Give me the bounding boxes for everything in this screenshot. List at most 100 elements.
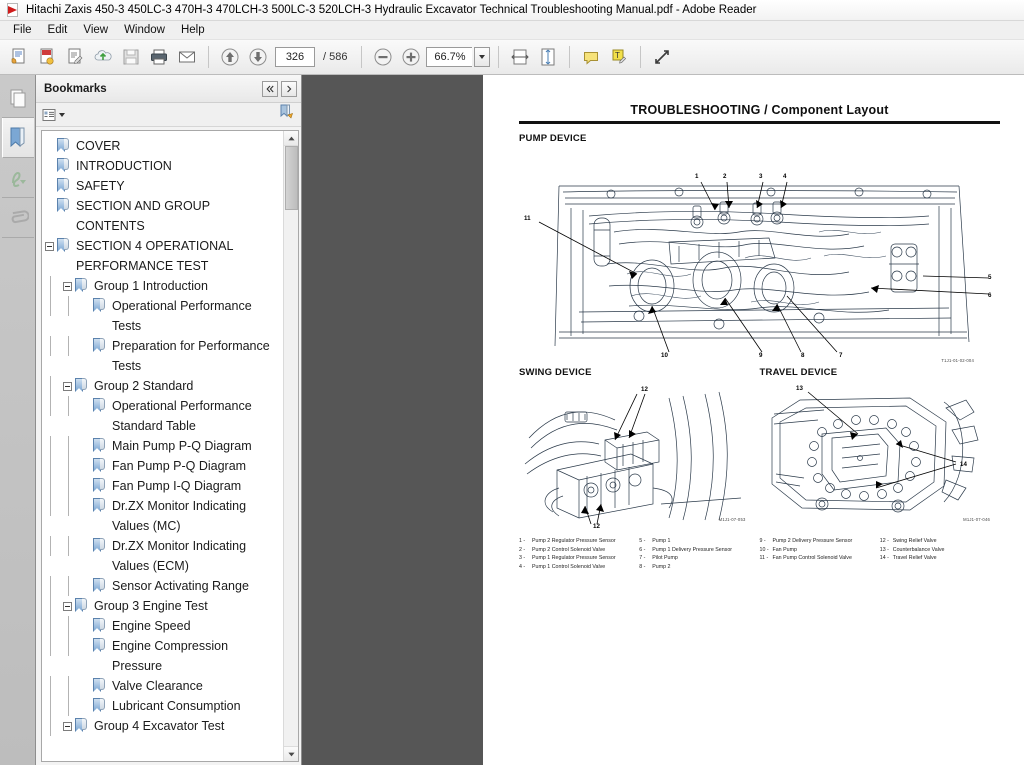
bookmark-collapse-toggle[interactable] [60,716,74,736]
bookmark-item[interactable]: Preparation for Performance Tests [42,336,283,376]
print-icon [151,49,167,65]
bookmark-collapse-toggle[interactable] [60,596,74,616]
bookmark-item[interactable]: COVER [42,136,283,156]
bookmark-icon [93,478,106,493]
scroll-up-button[interactable] [283,131,298,146]
callout-2: 2 [723,173,727,180]
menu-view[interactable]: View [75,22,116,38]
bookmark-item[interactable]: Operational Performance Standard Table [42,396,283,436]
create-pdf-button[interactable] [34,44,60,70]
open-file-button[interactable] [6,44,32,70]
scroll-track[interactable] [284,146,299,746]
bookmark-item[interactable]: Group 4 Excavator Test [42,716,283,736]
bookmark-label: Dr.ZX Monitor Indicating Values (ECM) [112,539,247,573]
bookmark-icon [57,178,70,193]
bookmark-item[interactable]: SECTION 4 OPERATIONAL PERFORMANCE TEST [42,236,283,276]
bookmark-item[interactable]: Dr.ZX Monitor Indicating Values (ECM) [42,536,283,576]
legend-number: 8 - [639,564,646,571]
bookmark-item[interactable]: Group 2 Standard [42,376,283,396]
edit-pdf-button[interactable] [62,44,88,70]
zoom-out-button[interactable] [370,44,396,70]
document-viewer[interactable]: TROUBLESHOOTING / Component Layout PUMP … [302,75,1024,765]
bookmark-item[interactable]: Lubricant Consumption [42,696,283,716]
attachments-button[interactable] [1,198,34,238]
bookmark-expander-spacer [78,456,92,476]
indent-guide [60,436,78,456]
legend-number: 9 - [759,538,766,544]
bookmark-item[interactable]: Valve Clearance [42,676,283,696]
bookmark-item[interactable]: Sensor Activating Range [42,576,283,596]
bookmark-icon [93,638,106,653]
bookmark-collapse-toggle[interactable] [60,276,74,296]
bookmarks-tree[interactable]: COVER INTRODUCTION SAFETY SECTION AND GROUP… [42,131,283,761]
fit-page-button[interactable] [535,44,561,70]
email-icon [179,51,195,63]
save-button[interactable] [118,44,144,70]
bookmark-collapse-toggle[interactable] [60,376,74,396]
indent-guide [42,436,60,456]
highlight-text-button[interactable]: T [606,44,632,70]
bookmark-item[interactable]: Group 1 Introduction [42,276,283,296]
bookmark-item[interactable]: SECTION AND GROUP CONTENTS [42,196,283,236]
bookmark-indent-guides [42,576,78,596]
bookmark-icon [57,198,70,213]
previous-page-button[interactable] [217,44,243,70]
sticky-note-button[interactable] [578,44,604,70]
callout-6: 6 [988,292,992,299]
zoom-in-button[interactable] [398,44,424,70]
bookmark-collapse-toggle[interactable] [42,236,56,256]
email-button[interactable] [174,44,200,70]
signatures-button[interactable] [1,158,34,198]
scroll-down-button[interactable] [283,746,298,761]
bookmark-item[interactable]: Dr.ZX Monitor Indicating Values (MC) [42,496,283,536]
caret-down-icon [287,752,295,756]
toolbar-separator-2 [361,46,363,68]
indent-guide [60,696,78,716]
new-bookmark-button[interactable] [279,104,295,125]
bookmark-item[interactable]: Fan Pump I-Q Diagram [42,476,283,496]
save-icon [123,49,139,65]
bookmark-indent-guides [42,436,78,456]
callout-11: 11 [524,215,531,222]
bookmark-item[interactable]: Main Pump P-Q Diagram [42,436,283,456]
bookmarks-scrollbar[interactable] [283,131,298,761]
menu-file[interactable]: File [5,22,40,38]
pump-device-illustration: 1 2 3 4 5 6 7 8 9 10 11 [524,173,992,359]
bookmark-expander-spacer [42,136,56,156]
fit-width-button[interactable] [507,44,533,70]
expand-panel-button[interactable] [281,80,297,97]
figure-code-pump: T1J1-01-02-004 [941,358,974,363]
menu-help[interactable]: Help [173,22,213,38]
indent-guide [42,476,60,496]
zoom-dropdown-button[interactable] [474,47,491,67]
legend-item: 9 - Pump 2 Delivery Pressure Sensor [760,538,876,545]
bookmark-icon [93,398,106,413]
menu-window[interactable]: Window [116,22,173,38]
figure-code-swing: M1J1-07-053 [718,517,746,522]
menu-edit[interactable]: Edit [40,22,76,38]
scroll-thumb[interactable] [284,146,298,210]
collapse-panel-button[interactable] [262,80,278,97]
bookmark-item[interactable]: Engine Compression Pressure [42,636,283,676]
next-page-button[interactable] [245,44,271,70]
bookmark-item[interactable]: INTRODUCTION [42,156,283,176]
bookmark-item[interactable]: Operational Performance Tests [42,296,283,336]
bookmark-item[interactable]: SAFETY [42,176,283,196]
indent-guide [42,676,60,696]
page-thumbnails-button[interactable] [1,78,34,118]
bookmark-label: COVER [76,139,121,153]
read-mode-button[interactable] [649,44,675,70]
print-button[interactable] [146,44,172,70]
zoom-level-input[interactable]: 66.7% [426,47,473,67]
bookmarks-button[interactable] [1,118,34,158]
indent-guide [60,496,78,516]
bookmark-label: Operational Performance Tests [112,299,252,333]
bookmark-item[interactable]: Fan Pump P-Q Diagram [42,456,283,476]
bookmark-item[interactable]: Group 3 Engine Test [42,596,283,616]
upload-cloud-button[interactable] [90,44,116,70]
bookmark-options-button[interactable] [42,108,65,122]
bookmark-item[interactable]: Engine Speed [42,616,283,636]
device-figures-row: SWING DEVICE 12 12 M1J1-07-053 TRAVEL DE… [519,367,1000,530]
page-number-input[interactable]: 326 [275,47,315,67]
bookmark-indent-guides [42,476,78,496]
